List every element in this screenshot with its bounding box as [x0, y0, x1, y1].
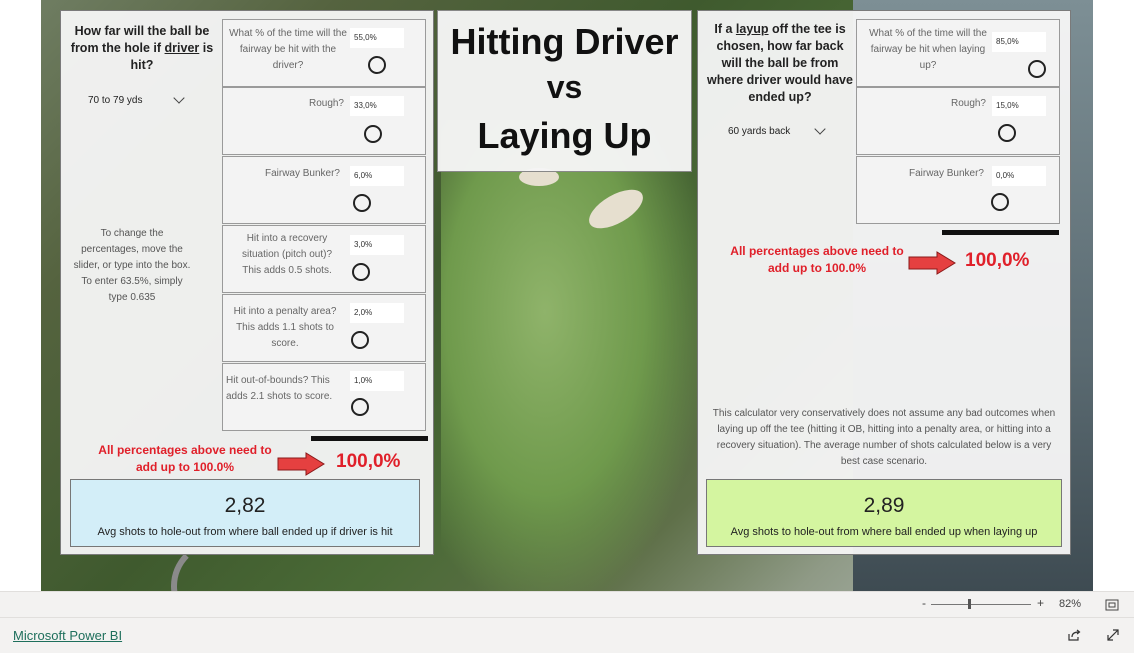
layup-fairway-label: What % of the time will the fairway be h… [869, 28, 987, 71]
layup-sum-divider [942, 230, 1059, 235]
out-of-bounds-label: Hit out-of-bounds? This adds 2.1 shots t… [226, 375, 333, 402]
driver-avg-shots-label: Avg shots to hole-out from where ball en… [97, 526, 393, 538]
rough-input[interactable]: 33,0% [350, 96, 404, 116]
driver-question: How far will the ball be from the hole i… [70, 24, 214, 72]
recovery-input[interactable]: 3,0% [350, 235, 404, 255]
layup-distance-dropdown[interactable]: 60 yards back [727, 123, 829, 142]
layup-bunker-input[interactable]: 0,0% [992, 166, 1046, 186]
driver-result-card: 2,82 Avg shots to hole-out from where ba… [70, 479, 420, 547]
layup-sum-warning: All percentages above need to add up to … [730, 244, 904, 275]
distance-dropdown-value: 70 to 79 yds [88, 95, 143, 106]
fairway-hit-label: What % of the time will the fairway be h… [229, 28, 347, 71]
layup-distance-dropdown-value: 60 yards back [728, 126, 791, 137]
penalty-input[interactable]: 2,0% [350, 303, 404, 323]
help-text: To change the percentages, move the slid… [73, 228, 191, 303]
driver-question-emphasis: driver [164, 41, 200, 55]
share-icon[interactable] [1067, 628, 1081, 642]
layup-question-emphasis: layup [735, 22, 769, 36]
layup-fairway-input[interactable]: 85,0% [992, 32, 1046, 52]
zoom-slider-track[interactable] [931, 604, 1031, 605]
fairway-bunker-input[interactable]: 6,0% [350, 166, 404, 186]
arrow-right-icon [908, 251, 956, 275]
zoom-bar: - + 82% [0, 591, 1134, 618]
layup-sum-total: 100,0% [965, 250, 1030, 271]
driver-avg-shots: 2,82 [224, 494, 266, 517]
layup-result-card: 2,89 Avg shots to hole-out from where ba… [706, 479, 1062, 547]
layup-rough-input[interactable]: 15,0% [992, 96, 1046, 116]
layup-rough-slider-handle[interactable] [998, 124, 1016, 142]
zoom-slider-thumb[interactable] [968, 599, 971, 609]
layup-note: This calculator very conservatively does… [712, 408, 1056, 467]
chevron-down-icon [173, 92, 185, 104]
layup-question: If a layup off the tee is chosen, how fa… [707, 22, 853, 104]
arrow-right-icon [277, 452, 325, 476]
rough-slider-handle[interactable] [364, 125, 382, 143]
zoom-level: 82% [1059, 598, 1082, 610]
title-line-1: Hitting Driver [450, 21, 679, 62]
layup-fairway-slider-handle[interactable] [1028, 60, 1046, 78]
recovery-slider-handle[interactable] [352, 263, 370, 281]
zoom-out-button[interactable]: - [922, 596, 926, 610]
fit-to-page-icon[interactable] [1105, 599, 1119, 611]
sum-divider [311, 436, 428, 441]
fairway-bunker-label: Fairway Bunker? [264, 168, 340, 179]
layup-avg-shots: 2,89 [863, 494, 905, 517]
title-line-3: Laying Up [477, 115, 652, 156]
layup-bunker-label: Fairway Bunker? [908, 168, 984, 179]
title-line-2: vs [546, 69, 583, 105]
fairway-bunker-slider-handle[interactable] [353, 194, 371, 212]
layup-avg-shots-label: Avg shots to hole-out from where ball en… [730, 526, 1038, 538]
zoom-in-button[interactable]: + [1037, 596, 1044, 610]
footer: Microsoft Power BI [0, 617, 1134, 653]
title-card: Hitting Driver vs Laying Up [437, 10, 692, 172]
sum-total: 100,0% [336, 451, 401, 472]
penalty-slider-handle[interactable] [351, 331, 369, 349]
background-fairway [441, 120, 701, 591]
fairway-hit-input[interactable]: 55,0% [350, 28, 404, 48]
out-of-bounds-slider-handle[interactable] [351, 398, 369, 416]
penalty-label: Hit into a penalty area? This adds 1.1 s… [233, 306, 337, 349]
layup-rough-label: Rough? [950, 98, 986, 109]
distance-dropdown[interactable]: 70 to 79 yds [87, 92, 189, 111]
recovery-label: Hit into a recovery situation (pitch out… [241, 233, 333, 276]
sum-warning: All percentages above need to add up to … [98, 443, 272, 474]
fairway-hit-slider-handle[interactable] [368, 56, 386, 74]
chevron-down-icon [814, 123, 826, 135]
out-of-bounds-input[interactable]: 1,0% [350, 371, 404, 391]
rough-label: Rough? [308, 98, 344, 109]
layup-bunker-slider-handle[interactable] [991, 193, 1009, 211]
powerbi-link[interactable]: Microsoft Power BI [13, 628, 122, 643]
fullscreen-icon[interactable] [1106, 628, 1120, 642]
